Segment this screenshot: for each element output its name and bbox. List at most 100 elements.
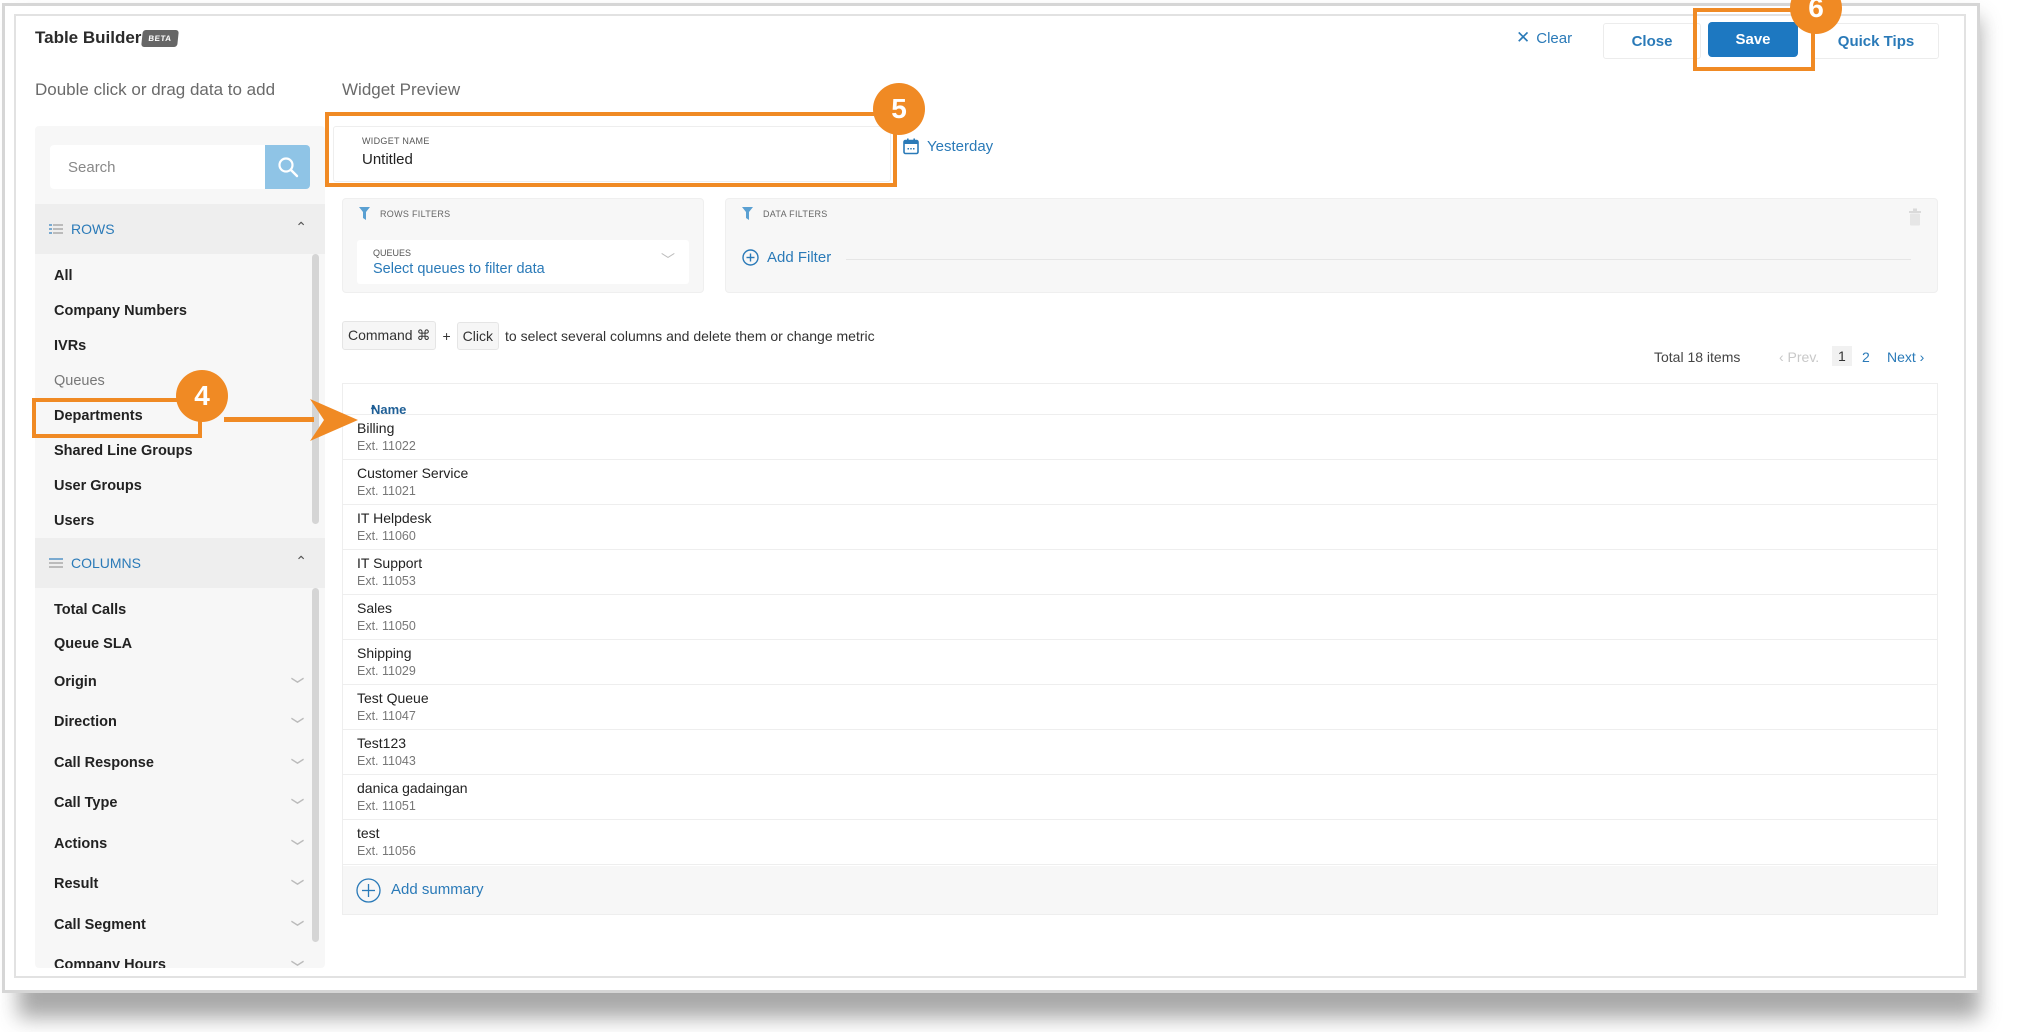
- column-header-name[interactable]: ▴ Name: [343, 384, 1937, 417]
- queues-select[interactable]: QUEUES Select queues to filter data ﹀: [357, 240, 689, 284]
- row-name: Test Queue: [357, 690, 429, 706]
- chevron-down-icon[interactable]: ﹀: [291, 795, 304, 814]
- search-button[interactable]: [265, 145, 310, 189]
- beta-badge: BETA: [141, 30, 179, 47]
- table-row[interactable]: Billing Ext. 11022: [343, 415, 1937, 460]
- multi-select-hint: Command ⌘ + Click to select several colu…: [342, 321, 875, 350]
- row-extension: Ext. 11047: [357, 709, 416, 723]
- add-summary-row[interactable]: Add summary: [343, 866, 1937, 914]
- row-extension: Ext. 11060: [357, 529, 416, 543]
- chevron-down-icon[interactable]: ﹀: [291, 755, 304, 774]
- row-name: IT Support: [357, 555, 423, 571]
- row-name: danica gadaingan: [357, 780, 468, 796]
- columns-item-direction[interactable]: Direction ﹀: [54, 714, 304, 733]
- table-row[interactable]: Test Queue Ext. 11047: [343, 685, 1937, 730]
- search-placeholder: Search: [68, 158, 116, 176]
- add-filter-button[interactable]: Add Filter: [742, 249, 831, 266]
- columns-item-call-type[interactable]: Call Type ﹀: [54, 795, 304, 814]
- row-extension: Ext. 11021: [357, 484, 416, 498]
- table-row[interactable]: Sales Ext. 11050: [343, 595, 1937, 640]
- widget-preview-title: Widget Preview: [342, 80, 461, 99]
- chevron-down-icon[interactable]: ﹀: [291, 957, 304, 968]
- close-button[interactable]: Close: [1603, 23, 1701, 59]
- next-page-button[interactable]: Next ›: [1887, 349, 1924, 365]
- date-range-label: Yesterday: [927, 138, 994, 155]
- filter-icon: [742, 207, 753, 220]
- date-range-picker[interactable]: Yesterday: [903, 138, 993, 155]
- table-row[interactable]: Shipping Ext. 11029: [343, 640, 1937, 685]
- row-extension: Ext. 11051: [357, 799, 416, 813]
- plus-circle-icon: [742, 249, 759, 266]
- search-icon: [277, 157, 298, 178]
- chevron-up-icon[interactable]: ⌃: [295, 553, 307, 570]
- columns-item-call-segment[interactable]: Call Segment ﹀: [54, 917, 304, 936]
- plus-circle-icon: [356, 878, 381, 903]
- hint-plus: +: [442, 327, 451, 344]
- columns-item-actions[interactable]: Actions ﹀: [54, 836, 304, 855]
- row-extension: Ext. 11043: [357, 754, 416, 768]
- clear-label: Clear: [1536, 29, 1573, 47]
- list-icon: [49, 224, 63, 234]
- rows-section-header[interactable]: ROWS ⌃: [35, 204, 325, 254]
- table-row[interactable]: danica gadaingan Ext. 11051: [343, 775, 1937, 820]
- queues-label: QUEUES: [373, 248, 412, 258]
- kbd-click: Click: [456, 321, 499, 350]
- chevron-up-icon[interactable]: ⌃: [295, 219, 307, 236]
- data-filters-panel: DATA FILTERS Add Filter: [725, 198, 1938, 293]
- columns-item-call-response[interactable]: Call Response ﹀: [54, 755, 304, 774]
- rows-item-users[interactable]: Users: [54, 513, 304, 529]
- rows-item-shared-line-groups[interactable]: Shared Line Groups: [54, 443, 304, 459]
- sidebar-instruction: Double click or drag data to add: [35, 80, 276, 99]
- table-row[interactable]: IT Support Ext. 11053: [343, 550, 1937, 595]
- columns-item-total-calls[interactable]: Total Calls: [54, 602, 304, 618]
- trash-icon[interactable]: [1908, 208, 1922, 226]
- row-extension: Ext. 11029: [357, 664, 416, 678]
- table-row[interactable]: test Ext. 11056: [343, 820, 1937, 865]
- chevron-down-icon[interactable]: ﹀: [661, 250, 675, 270]
- page-1-button[interactable]: 1: [1832, 346, 1852, 366]
- row-name: Sales: [357, 600, 393, 616]
- columns-icon: [49, 558, 63, 568]
- chevron-down-icon[interactable]: ﹀: [291, 836, 304, 855]
- columns-scrollbar[interactable]: [312, 588, 319, 942]
- add-summary-label: Add summary: [391, 881, 484, 898]
- queues-placeholder: Select queues to filter data: [373, 261, 545, 277]
- rows-item-all[interactable]: All: [54, 268, 304, 284]
- page-2-button[interactable]: 2: [1862, 349, 1870, 365]
- annotation-badge-step-4: 4: [176, 370, 228, 422]
- columns-item-company-hours[interactable]: Company Hours ﹀: [54, 957, 304, 968]
- rows-filters-panel: ROWS FILTERS QUEUES Select queues to fil…: [342, 198, 704, 293]
- rows-scrollbar[interactable]: [312, 254, 319, 524]
- chevron-down-icon[interactable]: ﹀: [291, 714, 304, 733]
- columns-item-origin[interactable]: Origin ﹀: [54, 674, 304, 693]
- preview-table: ▴ Name Billing Ext. 11022 Customer Service E…: [342, 383, 1938, 915]
- chevron-down-icon[interactable]: ﹀: [291, 876, 304, 895]
- clear-button[interactable]: ✕ Clear: [1516, 28, 1572, 48]
- search-input[interactable]: Search: [50, 145, 265, 189]
- rows-item-company-numbers[interactable]: Company Numbers: [54, 303, 304, 319]
- rows-item-user-groups[interactable]: User Groups: [54, 478, 304, 494]
- page-title: Table Builder: [35, 28, 142, 47]
- row-name: Billing: [357, 420, 395, 436]
- annotation-box-step-5: [325, 112, 897, 187]
- rows-item-ivrs[interactable]: IVRs: [54, 338, 304, 354]
- table-row[interactable]: IT Helpdesk Ext. 11060: [343, 505, 1937, 550]
- columns-section-header[interactable]: COLUMNS ⌃: [35, 538, 325, 588]
- prev-page-button[interactable]: ‹ Prev.: [1779, 349, 1819, 365]
- row-name: Customer Service: [357, 465, 469, 481]
- row-name: test: [357, 825, 380, 841]
- hint-text: to select several columns and delete the…: [505, 327, 875, 344]
- table-row[interactable]: Test123 Ext. 11043: [343, 730, 1937, 775]
- table-row[interactable]: Customer Service Ext. 11021: [343, 460, 1937, 505]
- columns-item-queue-sla[interactable]: Queue SLA: [54, 636, 304, 652]
- rows-filters-title: ROWS FILTERS: [359, 207, 450, 220]
- kbd-command: Command ⌘: [342, 321, 437, 350]
- chevron-down-icon[interactable]: ﹀: [291, 917, 304, 936]
- filter-divider: [846, 259, 1911, 260]
- chevron-down-icon[interactable]: ﹀: [291, 674, 304, 693]
- calendar-icon: [903, 138, 919, 155]
- filter-icon: [359, 207, 370, 220]
- row-extension: Ext. 11022: [357, 439, 416, 453]
- close-x-icon: ✕: [1516, 28, 1531, 47]
- columns-item-result[interactable]: Result ﹀: [54, 876, 304, 895]
